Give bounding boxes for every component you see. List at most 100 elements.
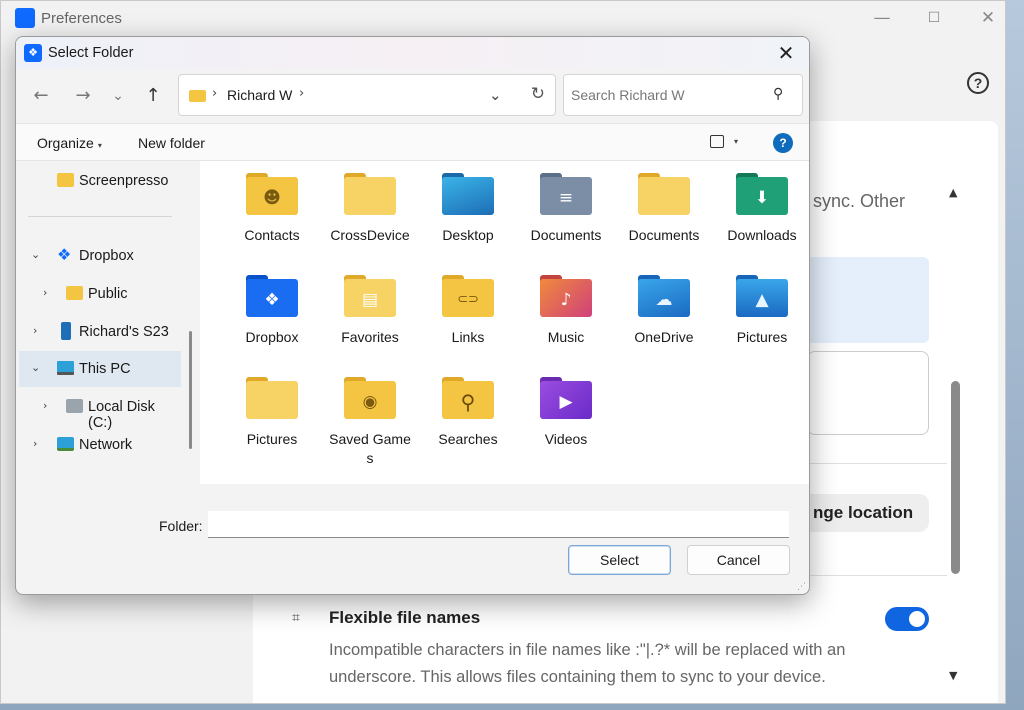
selected-option-card[interactable]	[807, 257, 929, 343]
folder-tile-dropbox[interactable]: ❖ Dropbox	[231, 263, 313, 363]
searches-folder-icon: ⚲	[442, 377, 494, 419]
pictures-folder-icon: ▲	[736, 275, 788, 317]
folder-label: Favorites	[341, 329, 399, 345]
folder-tile-music[interactable]: ♪ Music	[525, 263, 607, 363]
caret-down-icon: ▾	[97, 141, 102, 150]
folder-label: Desktop	[442, 227, 494, 243]
address-bar[interactable]: › Richard W › ⌄ ↻	[178, 74, 556, 116]
resize-grip-icon[interactable]: ⋰	[797, 582, 806, 592]
folder-tile-desktop[interactable]: Desktop	[427, 161, 509, 261]
address-dropdown-icon[interactable]: ⌄	[489, 86, 502, 104]
chevron-right-icon[interactable]: ›	[43, 286, 47, 299]
folder-label: Documents	[530, 227, 602, 243]
folder-tile-documents[interactable]: Documents	[623, 161, 705, 261]
saved-games-folder-icon: ◉	[344, 377, 396, 419]
folder-label: CrossDevice	[330, 227, 410, 243]
nav-item-local-disk[interactable]: › Local Disk (C:)	[19, 389, 181, 431]
nav-item-label: Screenpresso	[79, 173, 169, 189]
videos-folder-icon: ▶	[540, 377, 592, 419]
new-folder-button[interactable]: New folder	[138, 135, 205, 151]
folder-tile-videos[interactable]: ▶ Videos	[525, 365, 607, 465]
command-bar: Organize ▾ New folder ▾ ?	[16, 123, 809, 161]
network-icon	[57, 437, 74, 451]
folder-label: Downloads	[727, 227, 797, 243]
option-card[interactable]	[807, 351, 929, 435]
select-folder-dialog: ❖ Select Folder ✕ ← → ⌄ ↑ › Richard W › …	[15, 36, 810, 595]
dropbox-logo-icon	[15, 8, 35, 28]
folder-tile-pictures-library[interactable]: ▲ Pictures	[721, 263, 803, 363]
folder-tile-favorites[interactable]: ▤ Favorites	[329, 263, 411, 363]
preferences-title: Preferences	[41, 10, 122, 27]
folder-tile-pictures[interactable]: Pictures	[231, 365, 313, 465]
folder-label: OneDrive	[634, 329, 694, 345]
scroll-down-arrow-icon[interactable]: ▼	[949, 669, 957, 682]
folder-tile-searches[interactable]: ⚲ Searches	[427, 365, 509, 465]
back-arrow-icon[interactable]: ←	[28, 83, 54, 109]
folder-tile-downloads[interactable]: ⬇ Downloads	[721, 161, 803, 261]
nav-item-network[interactable]: › Network	[19, 427, 181, 463]
folder-tile-saved-games[interactable]: ◉ Saved Games	[329, 365, 411, 466]
folder-tile-onedrive[interactable]: ☁ OneDrive	[623, 263, 705, 363]
folder-tile-crossdevice[interactable]: CrossDevice	[329, 161, 411, 261]
scroll-up-arrow-icon[interactable]: ▲	[949, 186, 957, 199]
desktop-folder-icon	[442, 173, 494, 215]
nav-item-label: Richard's S23	[79, 324, 169, 340]
folder-label: Documents	[628, 227, 700, 243]
navigation-scrollbar[interactable]	[189, 331, 192, 449]
favorites-folder-icon: ▤	[344, 275, 396, 317]
folder-name-input[interactable]	[208, 511, 789, 538]
folder-grid: ☻ Contacts CrossDevice Desktop ≡ Documen…	[200, 161, 809, 484]
chevron-right-icon[interactable]: ›	[33, 324, 37, 337]
close-button[interactable]: ✕	[965, 3, 1005, 33]
chevron-down-icon[interactable]: ⌄	[31, 361, 40, 374]
forward-arrow-icon[interactable]: →	[70, 83, 96, 109]
folder-tile-contacts[interactable]: ☻ Contacts	[231, 161, 313, 261]
nav-item-this-pc[interactable]: ⌄ This PC	[19, 351, 181, 387]
search-icon[interactable]: ⚲	[773, 86, 783, 102]
folder-label: Contacts	[244, 227, 300, 243]
folder-icon	[189, 90, 206, 102]
cancel-button[interactable]: Cancel	[687, 545, 790, 575]
maximize-button[interactable]: ☐	[911, 3, 957, 33]
scrollbar-thumb[interactable]	[951, 381, 960, 574]
caret-down-icon[interactable]: ▾	[734, 137, 738, 146]
nav-item-public[interactable]: › Public	[19, 276, 181, 312]
view-options-icon[interactable]	[710, 135, 724, 148]
folder-icon	[66, 286, 83, 300]
folder-tile-links[interactable]: ⊂⊃ Links	[427, 263, 509, 363]
up-arrow-icon[interactable]: ↑	[140, 83, 166, 109]
refresh-icon[interactable]: ↻	[531, 84, 545, 104]
nav-item-richards-s23[interactable]: › Richard's S23	[19, 314, 181, 350]
file-names-icon: ⌗	[292, 609, 300, 625]
nav-item-screenpresso[interactable]: Screenpresso	[19, 163, 181, 199]
dropbox-icon: ❖	[57, 245, 72, 264]
flexible-file-names-description: Incompatible characters in file names li…	[329, 641, 846, 686]
nav-item-dropbox[interactable]: ⌄ ❖ Dropbox	[19, 238, 181, 274]
flexible-file-names-toggle[interactable]	[885, 607, 929, 631]
chevron-right-icon[interactable]: ›	[33, 437, 37, 450]
links-folder-icon: ⊂⊃	[442, 275, 494, 317]
breadcrumb-richard-w[interactable]: Richard W	[227, 87, 292, 103]
select-button[interactable]: Select	[568, 545, 671, 575]
organize-menu[interactable]: Organize ▾	[37, 135, 102, 151]
folder-label: Links	[451, 329, 485, 345]
chevron-down-icon[interactable]: ⌄	[31, 248, 40, 261]
divider	[28, 216, 172, 217]
recent-locations-chevron-icon[interactable]: ⌄	[105, 83, 131, 109]
breadcrumb-separator-icon[interactable]: ›	[299, 86, 304, 101]
folder-label: Pictures	[736, 329, 788, 345]
dropbox-folder-icon: ❖	[246, 275, 298, 317]
preferences-titlebar: Preferences — ☐ ✕	[1, 1, 1005, 37]
help-icon[interactable]: ?	[967, 72, 989, 94]
dialog-close-button[interactable]: ✕	[769, 39, 803, 67]
breadcrumb-separator-icon[interactable]: ›	[212, 86, 217, 101]
organize-label: Organize	[37, 135, 94, 151]
folder-tile-documents-library[interactable]: ≡ Documents	[525, 161, 607, 261]
help-icon[interactable]: ?	[773, 133, 793, 153]
change-location-button[interactable]: nge location	[807, 494, 929, 532]
minimize-button[interactable]: —	[859, 3, 905, 33]
contacts-folder-icon: ☻	[246, 173, 298, 215]
search-input[interactable]	[563, 74, 803, 116]
flexible-file-names-title: Flexible file names	[329, 608, 481, 627]
chevron-right-icon[interactable]: ›	[43, 399, 47, 412]
